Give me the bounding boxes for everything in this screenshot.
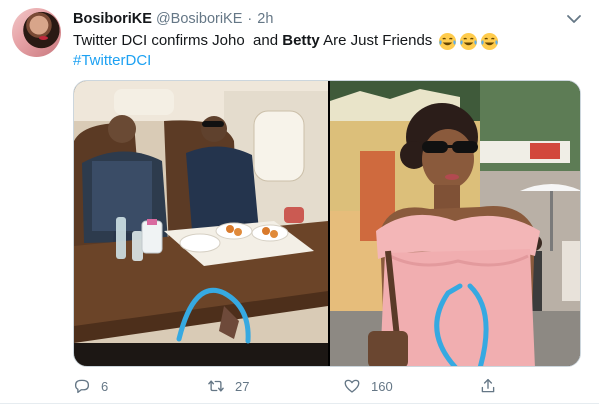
retweet-button[interactable]: 27 bbox=[207, 375, 249, 397]
timestamp[interactable]: 2h bbox=[257, 11, 273, 27]
chevron-down-icon[interactable] bbox=[566, 12, 582, 26]
tweet-text-part: Are Just Friends bbox=[319, 32, 433, 49]
avatar[interactable] bbox=[12, 8, 61, 57]
reply-button[interactable]: 6 bbox=[73, 375, 108, 397]
tears-of-joy-emoji-icon bbox=[460, 32, 478, 50]
like-button[interactable]: 160 bbox=[343, 375, 393, 397]
retweet-count: 27 bbox=[235, 378, 250, 394]
tweet-text-bold: Betty bbox=[282, 32, 320, 49]
tweet-actions: 6 27 160 bbox=[73, 375, 513, 397]
like-count: 160 bbox=[371, 378, 393, 394]
media-image-jet-interior[interactable] bbox=[74, 81, 328, 366]
tears-of-joy-emoji-icon bbox=[481, 32, 499, 50]
tweet-text: Twitter DCI confirms Joho and Betty Are … bbox=[73, 31, 499, 51]
retweet-icon bbox=[208, 380, 224, 392]
tweet-header: BosiboriKE @BosiboriKE · 2h bbox=[73, 9, 273, 29]
tweet[interactable]: BosiboriKE @BosiboriKE · 2h Twitter DCI … bbox=[0, 0, 599, 404]
media-image-woman-pink-dress[interactable] bbox=[330, 81, 580, 366]
tweet-text-part: Twitter DCI confirms Joho and bbox=[73, 32, 283, 49]
display-name[interactable]: BosiboriKE bbox=[73, 11, 152, 27]
reply-icon bbox=[74, 379, 90, 394]
reply-count: 6 bbox=[101, 378, 109, 394]
share-icon bbox=[481, 378, 495, 393]
tears-of-joy-emoji-icon bbox=[439, 32, 457, 50]
user-handle[interactable]: @BosiboriKE bbox=[156, 11, 242, 27]
share-button[interactable] bbox=[479, 375, 497, 397]
heart-icon bbox=[344, 379, 360, 393]
separator-dot: · bbox=[247, 11, 253, 27]
hashtag-link[interactable]: #TwitterDCI bbox=[73, 51, 151, 71]
tweet-media[interactable] bbox=[73, 80, 581, 367]
